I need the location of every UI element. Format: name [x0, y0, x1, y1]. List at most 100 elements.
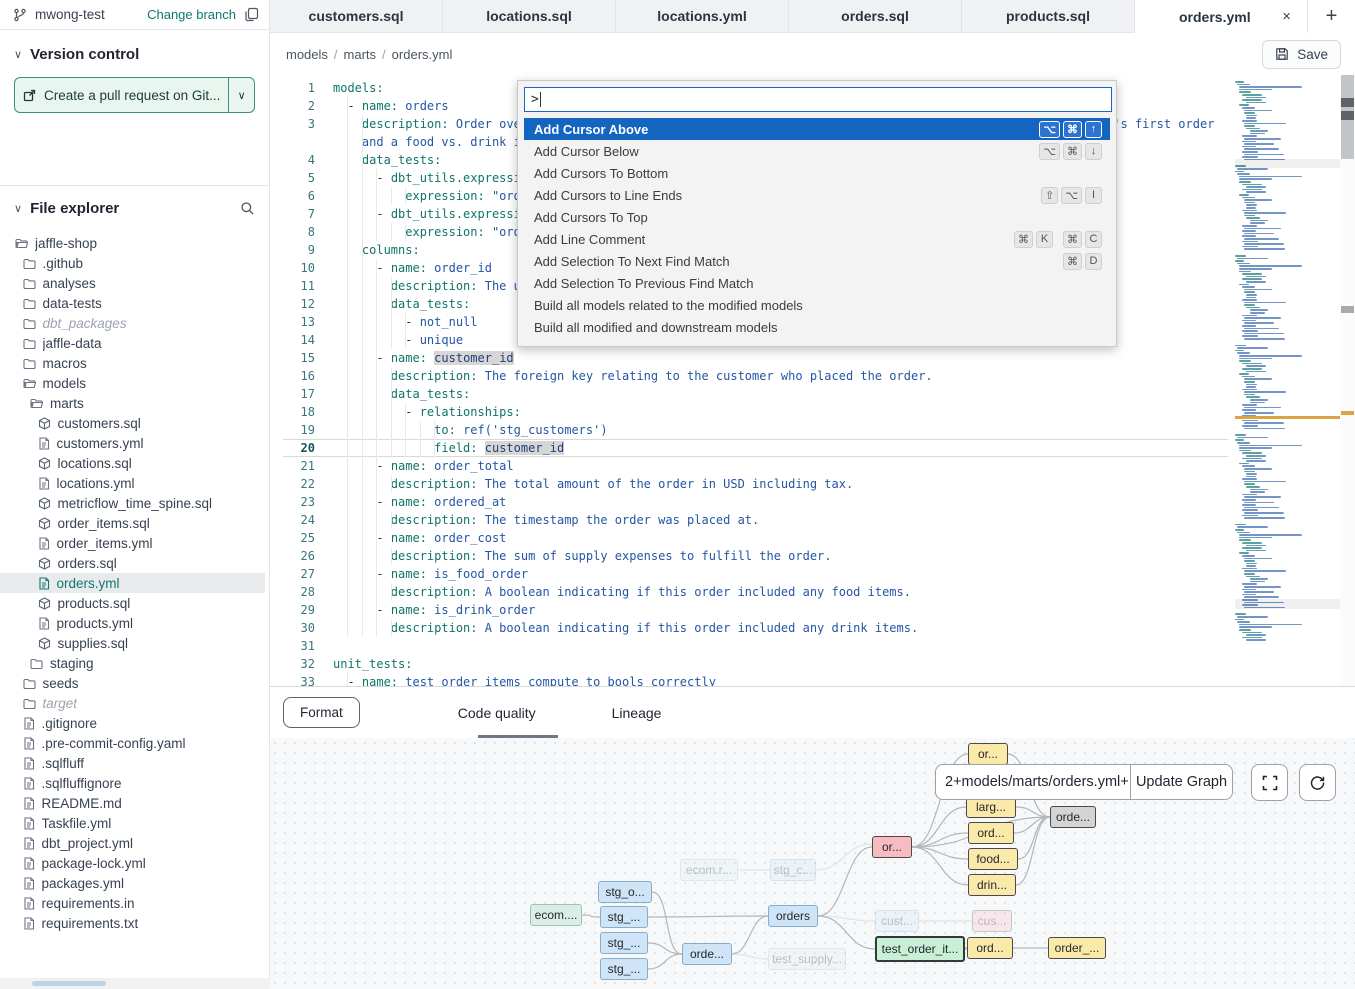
sidebar-horizontal-scrollbar[interactable]: [0, 978, 270, 989]
editor-tab-locations-sql[interactable]: locations.sql: [443, 0, 616, 33]
save-button[interactable]: Save: [1262, 40, 1341, 69]
fullscreen-button[interactable]: [1251, 764, 1288, 801]
file-tree-item--pre-commit-config-yaml[interactable]: .pre-commit-config.yaml: [0, 733, 265, 753]
command-item[interactable]: Add Cursor Below⌥⌘↓: [524, 140, 1110, 162]
file-tree-item-jaffle-shop[interactable]: jaffle-shop: [0, 233, 265, 253]
file-tree-item-staging[interactable]: staging: [0, 653, 265, 673]
create-pr-caret-button[interactable]: ∨: [229, 78, 254, 112]
code-line[interactable]: 29 - name: is_drink_order: [283, 601, 1228, 619]
file-tree-item-data-tests[interactable]: data-tests: [0, 293, 265, 313]
lineage-node-stg-3[interactable]: stg_...: [600, 958, 648, 980]
command-item[interactable]: Build all modified and downstream models: [524, 316, 1110, 338]
code-line[interactable]: 18 - relationships:: [283, 403, 1228, 421]
file-tree-item-supplies-sql[interactable]: supplies.sql: [0, 633, 265, 653]
command-item[interactable]: Build all models related to the modified…: [524, 294, 1110, 316]
file-tree-item-customers-sql[interactable]: customers.sql: [0, 413, 265, 433]
file-tree-item-analyses[interactable]: analyses: [0, 273, 265, 293]
file-tree-item-marts[interactable]: marts: [0, 393, 265, 413]
editor-scrollbar[interactable]: [1340, 75, 1355, 686]
file-tree-item-seeds[interactable]: seeds: [0, 673, 265, 693]
code-line[interactable]: 30 description: A boolean indicating if …: [283, 619, 1228, 637]
lineage-node-ord-2[interactable]: ord...: [967, 937, 1013, 959]
file-tree-item-locations-yml[interactable]: locations.yml: [0, 473, 265, 493]
code-line[interactable]: 25 - name: order_cost: [283, 529, 1228, 547]
file-tree-item-packages-yml[interactable]: packages.yml: [0, 873, 265, 893]
command-item[interactable]: Add Selection To Previous Find Match: [524, 272, 1110, 294]
file-tree-item-jaffle-data[interactable]: jaffle-data: [0, 333, 265, 353]
code-line[interactable]: 32unit_tests:: [283, 655, 1228, 673]
command-item[interactable]: Add Line Comment⌘K⌘C: [524, 228, 1110, 250]
code-line[interactable]: 31: [283, 637, 1228, 655]
command-item[interactable]: Add Cursors To Bottom: [524, 162, 1110, 184]
new-tab-button[interactable]: +: [1308, 0, 1355, 33]
file-tree-item-dbt-packages[interactable]: dbt_packages: [0, 313, 265, 333]
file-tree-item-models[interactable]: models: [0, 373, 265, 393]
refresh-button[interactable]: [1299, 764, 1336, 801]
command-item[interactable]: Add Cursors to Line Ends⇧⌥I: [524, 184, 1110, 206]
lineage-node-ord-1[interactable]: ord...: [968, 822, 1014, 844]
code-line[interactable]: 33 - name: test_order_items_compute_to_b…: [283, 673, 1228, 686]
code-line[interactable]: 16 description: The foreign key relating…: [283, 367, 1228, 385]
breadcrumb-part[interactable]: marts: [344, 47, 377, 62]
code-line[interactable]: 22 description: The total amount of the …: [283, 475, 1228, 493]
file-tree-item-products-yml[interactable]: products.yml: [0, 613, 265, 633]
lineage-node-stg-2[interactable]: stg_...: [600, 932, 648, 954]
create-pr-button[interactable]: Create a pull request on Git...: [15, 78, 229, 112]
lineage-node-stgc-faded[interactable]: stg_c...: [770, 859, 816, 881]
editor-tab-orders-sql[interactable]: orders.sql: [789, 0, 962, 33]
search-icon[interactable]: [240, 201, 255, 216]
code-line[interactable]: 15 - name: customer_id: [283, 349, 1228, 367]
editor-tab-products-sql[interactable]: products.sql: [962, 0, 1135, 33]
lineage-canvas[interactable]: 2+models/marts/orders.yml+ Update Graph: [270, 738, 1355, 989]
code-line[interactable]: 27 - name: is_food_order: [283, 565, 1228, 583]
lineage-node-cus-faded[interactable]: cus...: [972, 910, 1012, 932]
lineage-node-order-3[interactable]: order_...: [1048, 937, 1106, 959]
update-graph-button[interactable]: Update Graph: [1130, 764, 1233, 800]
code-line[interactable]: 19 to: ref('stg_customers'): [283, 421, 1228, 439]
editor-tab-customers-sql[interactable]: customers.sql: [270, 0, 443, 33]
file-tree-item-taskfile-yml[interactable]: Taskfile.yml: [0, 813, 265, 833]
lineage-node-seed[interactable]: ecom....: [530, 904, 582, 926]
lineage-node-test-sel[interactable]: test_order_it...: [875, 936, 965, 962]
command-palette-input[interactable]: >: [524, 87, 1112, 112]
format-button[interactable]: Format: [283, 697, 360, 728]
editor-tab-orders-yml[interactable]: orders.yml×: [1135, 0, 1308, 33]
editor-minimap[interactable]: [1235, 81, 1340, 641]
file-tree-item-requirements-in[interactable]: requirements.in: [0, 893, 265, 913]
code-line-current[interactable]: 20 field: customer_id: [283, 439, 1228, 457]
file-tree-item-metricflow-time-spine-sql[interactable]: metricflow_time_spine.sql: [0, 493, 265, 513]
lineage-node-stg-1[interactable]: stg_...: [600, 906, 648, 928]
version-control-header[interactable]: ∨ Version control: [0, 30, 269, 73]
file-tree-item--sqlfluff[interactable]: .sqlfluff: [0, 753, 265, 773]
file-tree-item-readme-md[interactable]: README.md: [0, 793, 265, 813]
file-tree-item-products-sql[interactable]: products.sql: [0, 593, 265, 613]
lineage-node-ecomr-faded[interactable]: ecom.r...: [680, 859, 738, 881]
lineage-node-stg-o[interactable]: stg_o...: [598, 881, 652, 903]
lineage-node-tsupply-faded[interactable]: test_supply...: [768, 948, 846, 970]
command-item[interactable]: Add Cursors To Top: [524, 206, 1110, 228]
breadcrumb-part[interactable]: models: [286, 47, 328, 62]
lineage-node-orders[interactable]: orders: [768, 905, 818, 927]
lineage-node-cust-faded[interactable]: cust...: [875, 910, 919, 932]
lineage-node-food[interactable]: food...: [968, 848, 1018, 870]
code-line[interactable]: 28 description: A boolean indicating if …: [283, 583, 1228, 601]
file-tree-item-orders-yml[interactable]: orders.yml: [0, 573, 265, 593]
lineage-node-or-pink[interactable]: or...: [872, 836, 912, 858]
file-tree-item-macros[interactable]: macros: [0, 353, 265, 373]
lineage-node-or-yellow[interactable]: or...: [968, 743, 1008, 765]
file-tree-item-customers-yml[interactable]: customers.yml: [0, 433, 265, 453]
code-line[interactable]: 24 description: The timestamp the order …: [283, 511, 1228, 529]
lineage-selector-input[interactable]: 2+models/marts/orders.yml+: [935, 764, 1130, 800]
file-tree-item--github[interactable]: .github: [0, 253, 265, 273]
file-tree-item-package-lock-yml[interactable]: package-lock.yml: [0, 853, 265, 873]
breadcrumb-part[interactable]: orders.yml: [392, 47, 453, 62]
file-tree-item-target[interactable]: target: [0, 693, 265, 713]
file-explorer-header[interactable]: ∨ File explorer: [0, 186, 269, 225]
file-tree-item--sqlfluffignore[interactable]: .sqlfluffignore: [0, 773, 265, 793]
file-tree-item-order-items-yml[interactable]: order_items.yml: [0, 533, 265, 553]
tab-code-quality[interactable]: Code quality: [450, 705, 544, 721]
code-line[interactable]: 23 - name: ordered_at: [283, 493, 1228, 511]
lineage-node-orde-blue[interactable]: orde...: [682, 943, 732, 965]
code-line[interactable]: 21 - name: order_total: [283, 457, 1228, 475]
code-line[interactable]: 26 description: The sum of supply expens…: [283, 547, 1228, 565]
